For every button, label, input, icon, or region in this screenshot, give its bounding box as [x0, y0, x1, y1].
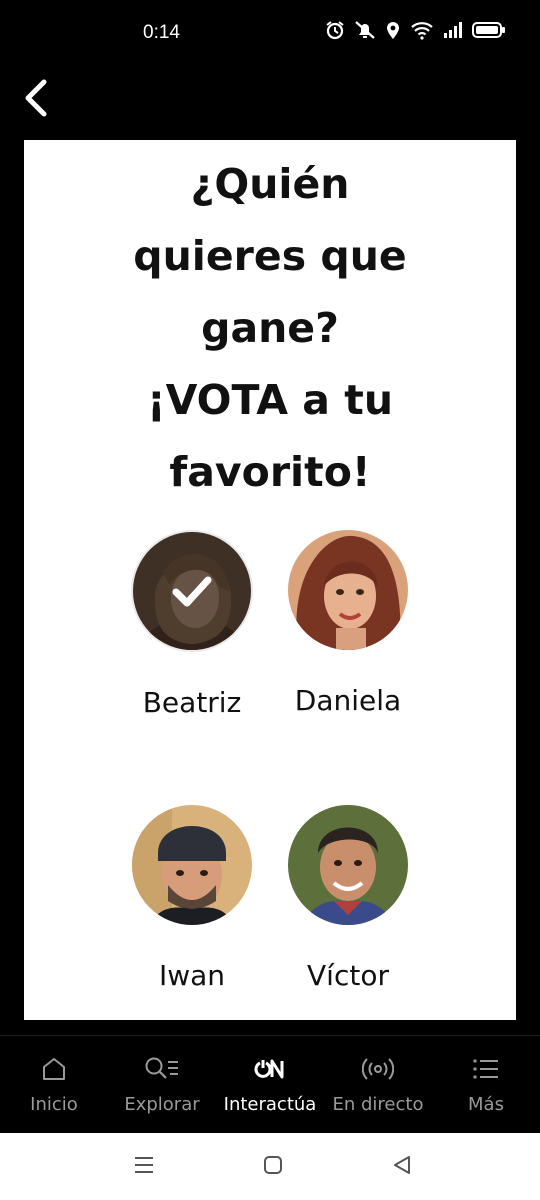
candidate-victor[interactable]: Víctor: [263, 805, 433, 1001]
candidate-daniela[interactable]: Daniela: [263, 530, 433, 726]
chevron-left-icon: [25, 79, 47, 117]
location-icon: [387, 22, 399, 39]
avatar[interactable]: [288, 805, 408, 925]
candidate-name: Beatriz: [142, 686, 242, 719]
menu-icon: [473, 1059, 498, 1079]
candidate-iwan[interactable]: Iwan: [107, 805, 277, 1001]
status-bar: 0:14: [0, 0, 540, 68]
nav-label: Más: [468, 1094, 504, 1115]
on-logo-icon: [254, 1059, 284, 1079]
poll-title-line: ¡VOTA a tu: [146, 376, 394, 424]
avatar[interactable]: [132, 805, 252, 925]
wifi-icon: [411, 22, 433, 40]
poll-title-line: favorito!: [169, 448, 371, 496]
poll-title-line: ¿Quién: [190, 160, 350, 208]
candidate-name: Víctor: [307, 959, 389, 992]
battery-icon: [472, 22, 505, 38]
nav-item-en-directo[interactable]: En directo: [324, 1036, 432, 1134]
recents-button[interactable]: [134, 1155, 154, 1179]
poll-title-line: quieres que: [133, 232, 407, 280]
home-button-icon: [264, 1156, 282, 1174]
back-button[interactable]: [18, 78, 58, 118]
home-button[interactable]: [263, 1155, 283, 1179]
bottom-nav: Inicio Explorar Interactúa En directo Má…: [0, 1035, 540, 1134]
signal-icon: [444, 22, 462, 38]
home-icon: [43, 1058, 65, 1080]
nav-label: En directo: [332, 1094, 424, 1115]
candidate-beatriz[interactable]: Beatriz: [107, 530, 277, 728]
avatar[interactable]: [288, 530, 408, 650]
check-icon: [133, 532, 251, 650]
status-icons: [325, 20, 506, 40]
nav-item-inicio[interactable]: Inicio: [0, 1036, 108, 1134]
candidate-name: Iwan: [158, 959, 226, 992]
system-nav-bar: [0, 1133, 540, 1200]
nav-label: Explorar: [124, 1094, 200, 1115]
mute-icon: [355, 21, 375, 39]
poll-title-line: gane?: [201, 304, 339, 352]
poll-card: ¿Quién quieres que gane? ¡VOTA a tu favo…: [24, 140, 516, 1020]
alarm-icon: [326, 21, 344, 40]
nav-item-interactua[interactable]: Interactúa: [216, 1036, 324, 1134]
nav-item-mas[interactable]: Más: [432, 1036, 540, 1134]
status-time: 0:14: [143, 22, 180, 43]
recents-icon: [135, 1157, 153, 1173]
nav-label: Inicio: [30, 1094, 78, 1115]
candidate-name: Daniela: [294, 684, 402, 717]
search-list-icon: [145, 1057, 178, 1079]
nav-label: Interactúa: [223, 1094, 317, 1115]
broadcast-icon: [362, 1058, 394, 1080]
avatar[interactable]: [131, 530, 253, 652]
poll-title: ¿Quién quieres que gane? ¡VOTA a tu favo…: [24, 148, 516, 508]
back-triangle-icon: [394, 1156, 410, 1174]
system-back-button[interactable]: [392, 1155, 412, 1179]
nav-item-explorar[interactable]: Explorar: [108, 1036, 216, 1134]
